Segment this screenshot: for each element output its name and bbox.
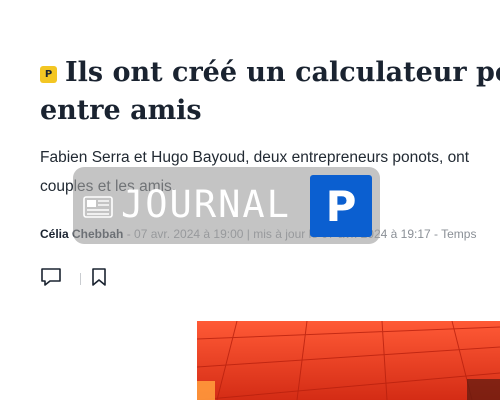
comment-icon[interactable] (40, 267, 62, 291)
headline-line-1: P Ils ont créé un calculateur pour (40, 54, 500, 92)
headline-text-1: Ils ont créé un calculateur pour (65, 57, 500, 88)
journal-label: JOURNAL (121, 183, 291, 226)
article-page: P Ils ont créé un calculateur pour entre … (0, 0, 500, 400)
headline-line-2: entre amis (40, 95, 202, 126)
journal-logo-letter: P (326, 182, 357, 231)
bookmark-icon[interactable] (91, 267, 107, 291)
premium-badge: P (40, 66, 57, 83)
article-photo (197, 321, 500, 400)
journal-logo[interactable]: P (310, 175, 372, 237)
newspaper-icon (83, 195, 113, 224)
actions-divider (80, 273, 81, 285)
article-actions (40, 268, 107, 290)
journal-overlay[interactable]: JOURNAL P (73, 167, 380, 244)
article-headline[interactable]: P Ils ont créé un calculateur pour entre … (40, 54, 500, 130)
